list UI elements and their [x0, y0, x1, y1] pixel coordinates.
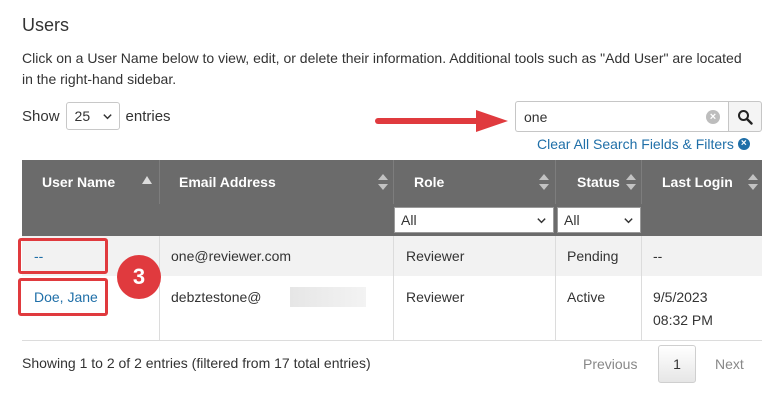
entries-per-page-select[interactable]: 25 [65, 102, 120, 130]
redacted-area [290, 287, 366, 307]
entries-length-control: Show 25 entries [22, 102, 171, 130]
page-number-button[interactable]: 1 [658, 345, 696, 383]
table-info: Showing 1 to 2 of 2 entries (filtered fr… [22, 355, 371, 371]
next-page-button[interactable]: Next [715, 345, 744, 383]
annotation-arrow-icon [375, 110, 508, 132]
column-header-status[interactable]: Status [577, 160, 620, 204]
last-login-cell: -- [653, 248, 663, 264]
email-cell: debztestone@ [171, 289, 262, 305]
close-circle-icon: × [737, 138, 750, 150]
sort-ascending-icon [142, 176, 152, 184]
search-icon [738, 109, 753, 125]
status-cell: Pending [567, 248, 619, 264]
clear-search-icon[interactable]: × [706, 109, 720, 124]
show-label: Show [22, 107, 60, 125]
clear-all-filters-label: Clear All Search Fields & Filters [537, 136, 734, 152]
last-login-time: 08:32 PM [653, 312, 713, 328]
entries-label: entries [125, 107, 171, 125]
search-button[interactable] [728, 101, 762, 132]
status-filter-select[interactable]: All [557, 207, 641, 233]
clear-all-filters-link[interactable]: Clear All Search Fields & Filters × [537, 136, 750, 152]
chevron-down-icon [624, 217, 633, 223]
role-filter-select[interactable]: All [394, 207, 554, 233]
chevron-down-icon [537, 217, 546, 223]
highlight-box [18, 238, 108, 274]
chevron-down-icon [102, 113, 112, 119]
email-cell: one@reviewer.com [171, 248, 292, 264]
last-login-date: 9/5/2023 [653, 289, 708, 305]
column-header-email[interactable]: Email Address [179, 160, 276, 204]
status-cell: Active [567, 289, 606, 305]
column-header-last-login[interactable]: Last Login [662, 160, 733, 204]
previous-page-button[interactable]: Previous [583, 345, 637, 383]
step-number-badge: 3 [117, 255, 161, 299]
sort-both-icon [378, 174, 388, 190]
column-header-role[interactable]: Role [414, 160, 444, 204]
page-description: Click on a User Name below to view, edit… [22, 50, 742, 87]
highlight-box [18, 278, 108, 316]
search-input-value: one [524, 108, 548, 125]
role-cell: Reviewer [406, 289, 465, 305]
table-header: User Name Email Address Role Status Last… [22, 160, 762, 204]
role-cell: Reviewer [406, 248, 465, 264]
column-header-user-name[interactable]: User Name [42, 160, 115, 204]
search-input[interactable]: one × [515, 101, 728, 132]
sort-both-icon [626, 174, 636, 190]
sort-both-icon [539, 174, 549, 190]
filter-row: All All [22, 204, 762, 236]
sort-both-icon [748, 174, 758, 190]
entries-per-page-value: 25 [74, 108, 91, 124]
page-title: Users [22, 15, 70, 35]
